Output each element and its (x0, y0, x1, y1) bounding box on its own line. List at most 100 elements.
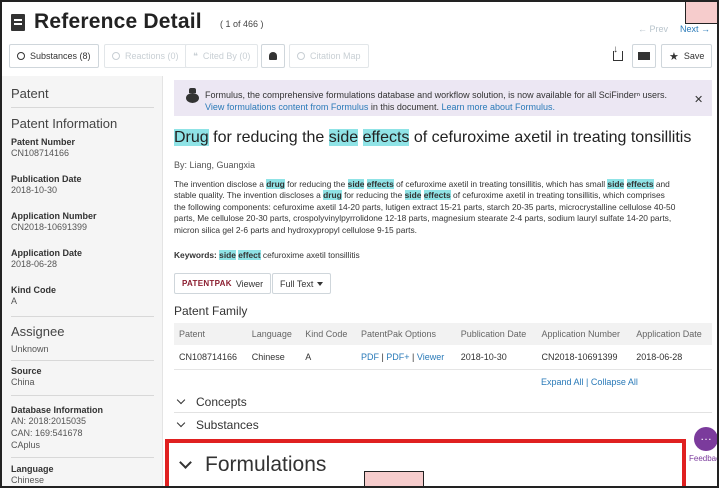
close-icon[interactable]: ✕ (694, 93, 703, 106)
field-patent-number: Patent Number CN108714166 (11, 137, 75, 159)
alert-button[interactable] (261, 44, 285, 68)
title-part: for reducing the (208, 129, 329, 146)
field-source: Source China (11, 366, 42, 388)
substances-button[interactable]: Substances (8) (9, 44, 99, 68)
title-part: effects (362, 129, 410, 146)
column-header: Kind Code (300, 323, 356, 345)
prev-link[interactable]: ← Prev (638, 24, 668, 34)
cell-publication-date: 2018-10-30 (455, 345, 537, 370)
field-value: CN2018-10691399 (11, 222, 88, 232)
chat-icon (694, 427, 717, 451)
column-header: Patent (174, 323, 247, 345)
field-value: 2018-10-30 (11, 185, 58, 195)
document-title: Drug for reducing the side effects of ce… (174, 129, 691, 147)
keyword-highlight: side (219, 250, 236, 260)
viewer-link[interactable]: Viewer (417, 352, 444, 362)
abstract-line: The invention disclose a drug for reduci… (174, 179, 714, 190)
column-header: Application Number (536, 323, 632, 345)
formulus-content-link[interactable]: View formulations content from Formulus (205, 102, 368, 112)
viewer-label: Viewer (235, 278, 264, 289)
field-label: Patent Number (11, 137, 76, 147)
download-button[interactable] (606, 44, 630, 68)
field-application-date: Application Date 2018-06-28 (11, 248, 82, 270)
abstract: The invention disclose a drug for reduci… (174, 179, 714, 236)
field-label: Kind Code (11, 285, 56, 295)
bell-icon (269, 52, 277, 60)
reactions-label: Reactions (0) (125, 51, 179, 61)
field-value: Chinese (11, 475, 45, 485)
pdf-plus-link[interactable]: PDF+ (386, 352, 409, 362)
save-button[interactable]: ★ Save (661, 44, 713, 68)
field-value: CN108714166 (11, 148, 70, 158)
assignee-value: Unknown (11, 344, 49, 354)
abstract-highlight: side (347, 179, 365, 189)
field-value: CAplus (11, 440, 41, 450)
toolbar: Substances (8) Reactions (0) ❝ Cited By … (2, 44, 717, 68)
field-value: A (11, 296, 18, 306)
expand-all-link[interactable]: Expand All (541, 377, 584, 387)
cell-application-date: 2018-06-28 (631, 345, 712, 370)
table-header-row: Patent Language Kind Code PatentPak Opti… (174, 323, 712, 345)
divider (11, 395, 154, 396)
cursor-marker (364, 471, 424, 486)
details-sidebar: Patent Patent Information Patent Number … (2, 76, 163, 486)
abstract-highlight: effects (366, 179, 394, 189)
learn-more-link[interactable]: Learn more about Formulus. (441, 102, 555, 112)
concepts-section[interactable]: Concepts (174, 391, 712, 409)
patentpak-logo: PATENTPAK (182, 279, 232, 288)
abstract-text: for reducing the (284, 179, 348, 189)
full-text-label: Full Text (280, 278, 314, 289)
field-publication-date: Publication Date 2018-10-30 (11, 174, 82, 196)
field-application-number: Application Number CN2018-10691399 (11, 211, 97, 233)
divider (11, 360, 154, 361)
feedback-button[interactable]: Feedback (689, 427, 717, 467)
chevron-down-icon (176, 418, 186, 428)
feedback-label: Feedback (689, 454, 717, 463)
formulations-label: Formulations (205, 453, 327, 476)
notice-text: Formulus, the comprehensive formulations… (205, 90, 668, 100)
field-kind-code: Kind Code A (11, 285, 56, 307)
reaction-icon (112, 52, 120, 60)
cell-patentpak-options: PDF | PDF+ | Viewer (355, 345, 456, 370)
field-label: Application Date (11, 248, 83, 258)
full-text-dropdown[interactable]: Full Text (272, 273, 332, 294)
citation-map-button[interactable]: Citation Map (289, 44, 369, 68)
citation-map-icon (297, 52, 305, 60)
field-value: AN: 2018:2015035 (11, 416, 87, 426)
abstract-text: The invention disclose a (174, 179, 267, 189)
mail-icon (638, 52, 650, 60)
column-header: Language (246, 323, 301, 345)
abstract-line: stable quality. The invention discloses … (174, 190, 714, 201)
cited-by-button[interactable]: ❝ Cited By (0) (185, 44, 259, 68)
field-label: Language (11, 464, 54, 474)
formulations-section[interactable]: Formulations (165, 439, 686, 486)
page-header: Reference Detail ( 1 of 466 ) ← Prev Nex… (2, 2, 717, 38)
reactions-button[interactable]: Reactions (0) (104, 44, 187, 68)
title-part: side (328, 129, 359, 146)
author-byline: By: Liang, Guangxia (174, 160, 256, 170)
collapse-all-link[interactable]: Collapse All (591, 377, 638, 387)
citation-map-label: Citation Map (310, 51, 361, 61)
patentpak-viewer-button[interactable]: PATENTPAK Viewer (174, 273, 272, 294)
star-icon: ★ (669, 50, 679, 63)
field-label: Source (11, 366, 42, 376)
divider (11, 457, 154, 458)
quote-icon: ❝ (193, 50, 198, 61)
next-link[interactable]: Next → (680, 24, 710, 34)
substance-icon (17, 52, 25, 60)
formulus-notice: Formulus, the comprehensive formulations… (174, 80, 712, 116)
title-part: of cefuroxime axetil in treating tonsill… (409, 129, 692, 146)
cited-by-label: Cited By (0) (202, 51, 251, 61)
email-button[interactable] (632, 44, 656, 68)
pdf-link[interactable]: PDF (361, 352, 379, 362)
abstract-highlight: side (404, 190, 422, 201)
expand-collapse-controls: Expand All | Collapse All (541, 377, 638, 387)
cell-application-number: CN2018-10691399 (536, 345, 632, 370)
abstract-line: micron silica gel 2-6 parts and hydroxyp… (174, 224, 417, 235)
abstract-text: and (653, 179, 670, 189)
page-title: Reference Detail (34, 10, 202, 33)
cell-kind-code: A (300, 345, 356, 370)
substances-section[interactable]: Substances (174, 412, 712, 432)
keywords-rest: cefuroxime axetil tonsillitis (260, 250, 360, 260)
field-label: Application Number (11, 211, 97, 221)
